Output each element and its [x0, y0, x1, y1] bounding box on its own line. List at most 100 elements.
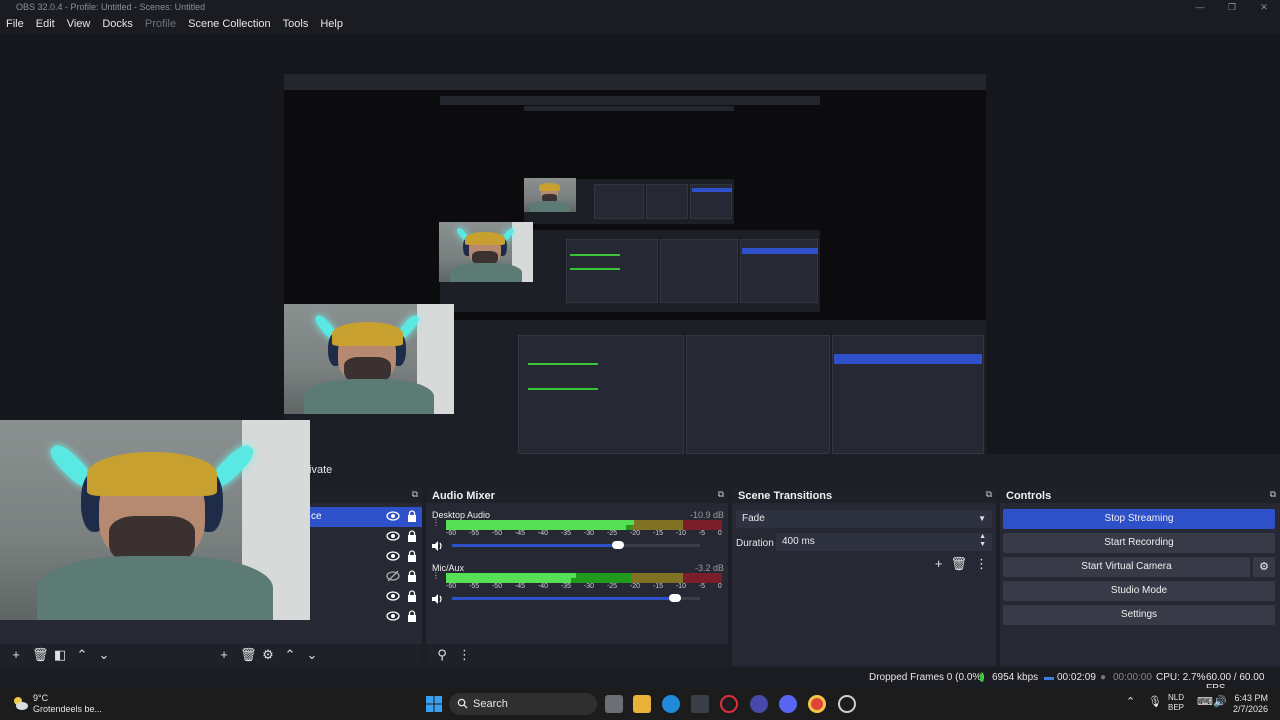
volume-slider[interactable] — [452, 541, 700, 549]
controls-panel: Controls ⧉ Stop Streaming Start Recordin… — [1000, 488, 1280, 666]
filter-scene-icon[interactable]: ◧ — [54, 648, 66, 662]
mixer-toolbar: ⚲ ⋮ — [426, 644, 728, 666]
source-row[interactable] — [310, 567, 422, 587]
microphone-icon[interactable]: 🎙 — [1148, 695, 1162, 708]
video-editor-icon[interactable] — [750, 695, 768, 713]
transition-menu-icon[interactable]: ⋮ — [975, 556, 988, 572]
stream-icon: ▬ — [1044, 672, 1054, 683]
lock-icon[interactable] — [406, 530, 418, 542]
add-source-icon[interactable]: + — [218, 648, 230, 662]
settings-button[interactable]: Settings — [1003, 605, 1275, 625]
menu-file[interactable]: File — [6, 16, 24, 34]
transition-tools: + 🗑 ⋮ — [927, 556, 988, 572]
lock-icon[interactable] — [406, 550, 418, 562]
move-down-icon[interactable]: ⌄ — [98, 648, 110, 662]
volume-slider[interactable] — [452, 594, 700, 602]
stop-streaming-button[interactable]: Stop Streaming — [1003, 509, 1275, 529]
close-button[interactable]: ✕ — [1248, 0, 1280, 16]
eye-icon[interactable] — [386, 610, 400, 622]
menu-profile[interactable]: Profile — [145, 16, 176, 34]
virtual-camera-settings-button[interactable]: ⚙ — [1253, 557, 1275, 577]
opera-icon[interactable] — [720, 695, 738, 713]
volume-icon[interactable]: 🔊 — [1213, 695, 1227, 708]
menu-view[interactable]: View — [67, 16, 91, 34]
move-up-icon[interactable]: ⌃ — [76, 648, 88, 662]
minimize-button[interactable]: — — [1184, 0, 1216, 16]
remove-scene-icon[interactable]: 🗑 — [32, 648, 49, 662]
undock-icon[interactable]: ⧉ — [412, 489, 418, 500]
controls-header: Controls ⧉ — [1000, 488, 1280, 503]
add-transition-icon[interactable]: + — [935, 556, 943, 572]
menu-docks[interactable]: Docks — [102, 16, 133, 34]
start-virtual-camera-button[interactable]: Start Virtual Camera — [1003, 557, 1250, 577]
source-row[interactable] — [310, 527, 422, 547]
title-bar: OBS 32.0.4 - Profile: Untitled - Scenes:… — [0, 0, 1280, 16]
start-icon[interactable] — [425, 695, 443, 713]
language-indicator[interactable]: NLD BEP — [1168, 693, 1184, 713]
volume-icon[interactable] — [432, 540, 444, 551]
preview-area[interactable] — [0, 34, 1280, 470]
lock-icon[interactable] — [406, 570, 418, 582]
source-properties-icon[interactable]: ⚙ — [262, 648, 274, 662]
edge-icon[interactable] — [662, 695, 680, 713]
audio-channel: Mic/Aux -3.2 dB ⋮ -60 -55 -50 -45 -40 -35 -30 -25-… — [432, 563, 724, 607]
scale-tick: -50 — [491, 530, 503, 537]
slider-handle[interactable] — [669, 594, 682, 602]
undock-icon[interactable]: ⧉ — [718, 489, 724, 500]
mixer-menu-icon[interactable]: ⋮ — [458, 648, 471, 662]
menu-edit[interactable]: Edit — [36, 16, 55, 34]
menu-help[interactable]: Help — [320, 16, 343, 34]
transition-select[interactable]: Fade ▼ — [736, 510, 992, 528]
channel-menu-icon[interactable]: ⋮ — [432, 572, 440, 580]
network-icon[interactable]: ⌨ — [1197, 695, 1213, 708]
source-row[interactable] — [310, 547, 422, 567]
volume-icon[interactable] — [432, 593, 444, 604]
duration-field[interactable]: 400 ms ▲ ▼ — [776, 533, 992, 551]
source-up-icon[interactable]: ⌃ — [284, 648, 296, 662]
taskbar-search[interactable]: Search — [449, 693, 597, 715]
studio-mode-button[interactable]: Studio Mode — [1003, 581, 1275, 601]
clock-date: 2/7/2026 — [1232, 704, 1268, 714]
advanced-audio-icon[interactable]: ⚲ — [436, 648, 448, 662]
spinner-icon[interactable]: ▲ ▼ — [979, 533, 986, 549]
add-scene-icon[interactable]: + — [10, 648, 22, 662]
start-recording-button[interactable]: Start Recording — [1003, 533, 1275, 553]
search-icon — [457, 698, 468, 709]
menu-tools[interactable]: Tools — [283, 16, 309, 34]
source-row[interactable] — [310, 587, 422, 607]
task-view-icon[interactable] — [605, 695, 623, 713]
slider-handle[interactable] — [612, 541, 625, 549]
obs-icon[interactable] — [838, 695, 856, 713]
audio-mixer-panel: Audio Mixer ⧉ Desktop Audio -10.9 dB ⋮ -60 -… — [426, 488, 728, 666]
chrome-icon[interactable] — [808, 695, 826, 713]
tray-chevron-icon[interactable]: ⌃ — [1126, 695, 1135, 708]
discord-icon[interactable] — [779, 695, 797, 713]
channel-menu-icon[interactable]: ⋮ — [432, 519, 440, 527]
lang-line2: BEP — [1168, 703, 1185, 712]
source-down-icon[interactable]: ⌄ — [306, 648, 318, 662]
eye-icon[interactable] — [386, 590, 400, 602]
eye-icon[interactable] — [386, 550, 400, 562]
menu-scene-collection[interactable]: Scene Collection — [188, 16, 271, 34]
eye-hidden-icon[interactable] — [386, 570, 400, 582]
lock-icon[interactable] — [406, 610, 418, 622]
eye-icon[interactable] — [386, 530, 400, 542]
maximize-button[interactable]: ❐ — [1216, 0, 1248, 16]
source-row[interactable] — [310, 607, 422, 627]
webcam-overlay — [0, 420, 310, 620]
preview-canvas[interactable] — [284, 74, 986, 470]
clock[interactable]: 6:43 PM 2/7/2026 — [1233, 693, 1268, 715]
scale-tick: -10 — [675, 530, 686, 537]
remove-transition-icon[interactable]: 🗑 — [950, 556, 967, 572]
store-icon[interactable] — [691, 695, 709, 713]
lock-icon[interactable] — [406, 590, 418, 602]
source-row[interactable]: ce — [310, 507, 422, 527]
eye-icon[interactable] — [386, 510, 400, 522]
remove-source-icon[interactable]: 🗑 — [240, 648, 257, 662]
undock-icon[interactable]: ⧉ — [1270, 489, 1276, 500]
file-explorer-icon[interactable] — [633, 695, 651, 713]
channel-db: -10.9 dB — [689, 510, 724, 520]
undock-icon[interactable]: ⧉ — [986, 489, 992, 500]
scale-tick: -35 — [560, 583, 572, 590]
lock-icon[interactable] — [406, 510, 418, 522]
